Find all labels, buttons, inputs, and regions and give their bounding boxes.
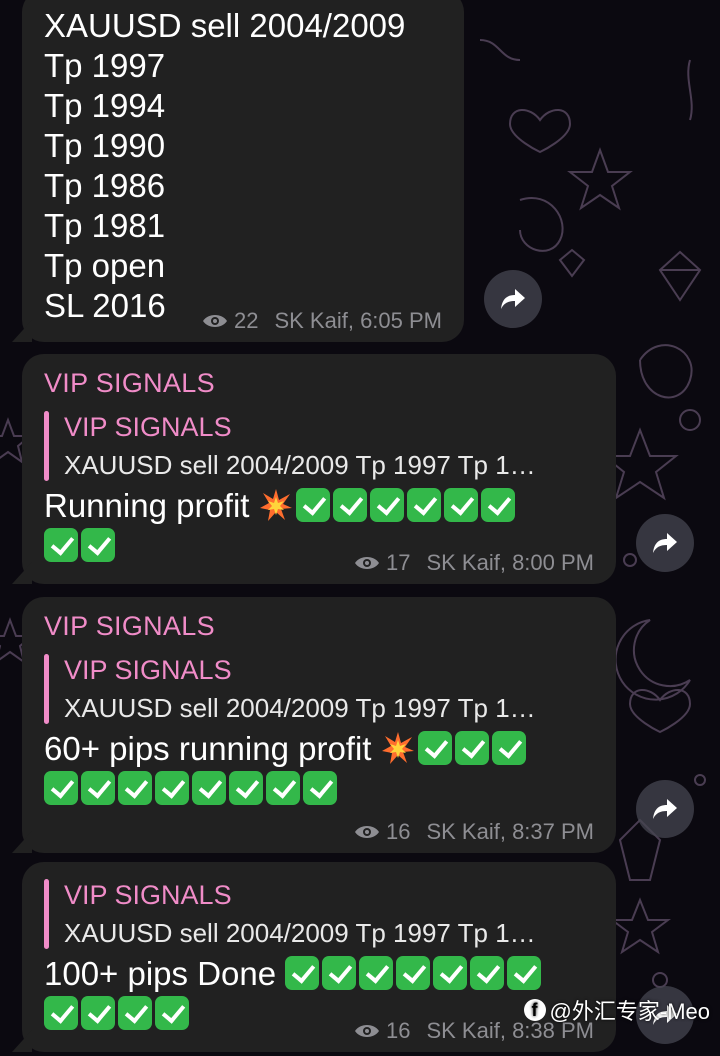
message-line: Tp 1981 (44, 207, 166, 244)
watermark-text: @外汇专家-Meo (549, 999, 710, 1024)
check-mark-emoji (192, 771, 226, 805)
check-mark-emoji (480, 488, 515, 522)
share-button-3[interactable] (636, 780, 694, 838)
watermark: f @外汇专家-Meo (523, 994, 710, 1026)
eye-icon (354, 557, 379, 569)
check-mark-emoji (406, 488, 441, 522)
reply-quote[interactable]: VIP SIGNALS XAUUSD sell 2004/2009 Tp 199… (44, 651, 616, 727)
reply-text: XAUUSD sell 2004/2009 Tp 1997 Tp 1… (64, 450, 536, 480)
message-meta: 22 SK Kaif, 6:05 PM (202, 308, 442, 334)
message-bubble-1[interactable]: XAUUSD sell 2004/2009 Tp 1997 Tp 1994 Tp… (22, 0, 464, 342)
check-mark-emoji (417, 731, 452, 765)
share-arrow-icon (653, 799, 677, 819)
message-text-line: 100+ pips Done (44, 954, 616, 994)
check-mark-emoji (433, 956, 468, 990)
share-arrow-icon (653, 533, 677, 553)
check-mark-emoji (155, 771, 189, 805)
facebook-logo-icon: f (523, 999, 546, 1021)
check-mark-emoji (266, 771, 300, 805)
view-count: 16 (385, 1018, 411, 1043)
check-mark-emoji (470, 956, 505, 990)
message-line: Tp open (44, 247, 166, 284)
reply-quote[interactable]: VIP SIGNALS XAUUSD sell 2004/2009 Tp 199… (44, 876, 616, 952)
message-line: Tp 1986 (44, 167, 166, 204)
reply-text: XAUUSD sell 2004/2009 Tp 1997 Tp 1… (64, 918, 536, 948)
message-bubble-2[interactable]: VIP SIGNALS VIP SIGNALS XAUUSD sell 2004… (22, 354, 616, 584)
eye-icon (354, 826, 379, 838)
check-mark-emoji (118, 771, 152, 805)
reply-text: XAUUSD sell 2004/2009 Tp 1997 Tp 1… (64, 693, 536, 723)
check-mark-emoji (81, 771, 115, 805)
check-mark-emoji (332, 488, 367, 522)
reply-title: VIP SIGNALS (64, 655, 232, 685)
message-line: Tp 1994 (44, 87, 166, 124)
check-mark-emoji (491, 731, 526, 765)
eye-icon (202, 315, 227, 327)
check-mark-emoji (359, 956, 394, 990)
message-text: 100+ pips Done (44, 955, 277, 992)
message-text-line: 60+ pips running profit (44, 729, 616, 769)
message-line: XAUUSD sell 2004/2009 (44, 7, 406, 44)
check-mark-emoji (81, 528, 115, 562)
message-text-line (44, 769, 616, 809)
check-mark-emoji (118, 996, 152, 1030)
check-mark-emoji (507, 956, 542, 990)
message-line: Tp 1997 (44, 47, 166, 84)
check-mark-emoji (396, 956, 431, 990)
message-line: Tp 1990 (44, 127, 166, 164)
check-mark-emoji (285, 956, 320, 990)
check-mark-emoji (44, 528, 78, 562)
check-mark-emoji (295, 488, 330, 522)
message-text: Running profit (44, 487, 250, 524)
check-mark-emoji (44, 996, 78, 1030)
sender-name: VIP SIGNALS (44, 611, 215, 641)
reply-title: VIP SIGNALS (64, 880, 232, 910)
view-count: 22 (233, 308, 259, 333)
message-meta: 17 SK Kaif, 8:00 PM (354, 550, 594, 576)
message-meta: 16 SK Kaif, 8:37 PM (354, 819, 594, 845)
reply-quote[interactable]: VIP SIGNALS XAUUSD sell 2004/2009 Tp 199… (44, 408, 616, 484)
message-text: 60+ pips running profit (44, 730, 372, 767)
check-mark-emoji (454, 731, 489, 765)
check-mark-emoji (155, 996, 189, 1030)
sender-name: VIP SIGNALS (44, 368, 215, 398)
view-count: 17 (385, 550, 411, 575)
check-mark-emoji (369, 488, 404, 522)
share-button-1[interactable] (484, 270, 542, 328)
author-time: SK Kaif, 8:37 PM (426, 819, 594, 844)
check-mark-emoji (229, 771, 263, 805)
collision-emoji (381, 732, 414, 764)
check-mark-emoji (81, 996, 115, 1030)
reply-title: VIP SIGNALS (64, 412, 232, 442)
check-mark-emoji (322, 956, 357, 990)
check-mark-emoji (443, 488, 478, 522)
view-count: 16 (385, 819, 411, 844)
collision-emoji (259, 489, 292, 521)
share-button-2[interactable] (636, 514, 694, 572)
author-time: SK Kaif, 6:05 PM (274, 308, 442, 333)
eye-icon (354, 1025, 379, 1037)
author-time: SK Kaif, 8:00 PM (426, 550, 594, 575)
check-mark-emoji (303, 771, 337, 805)
message-text-line: Running profit (44, 486, 616, 526)
share-arrow-icon (501, 289, 525, 309)
check-mark-emoji (44, 771, 78, 805)
message-bubble-3[interactable]: VIP SIGNALS VIP SIGNALS XAUUSD sell 2004… (22, 597, 616, 853)
